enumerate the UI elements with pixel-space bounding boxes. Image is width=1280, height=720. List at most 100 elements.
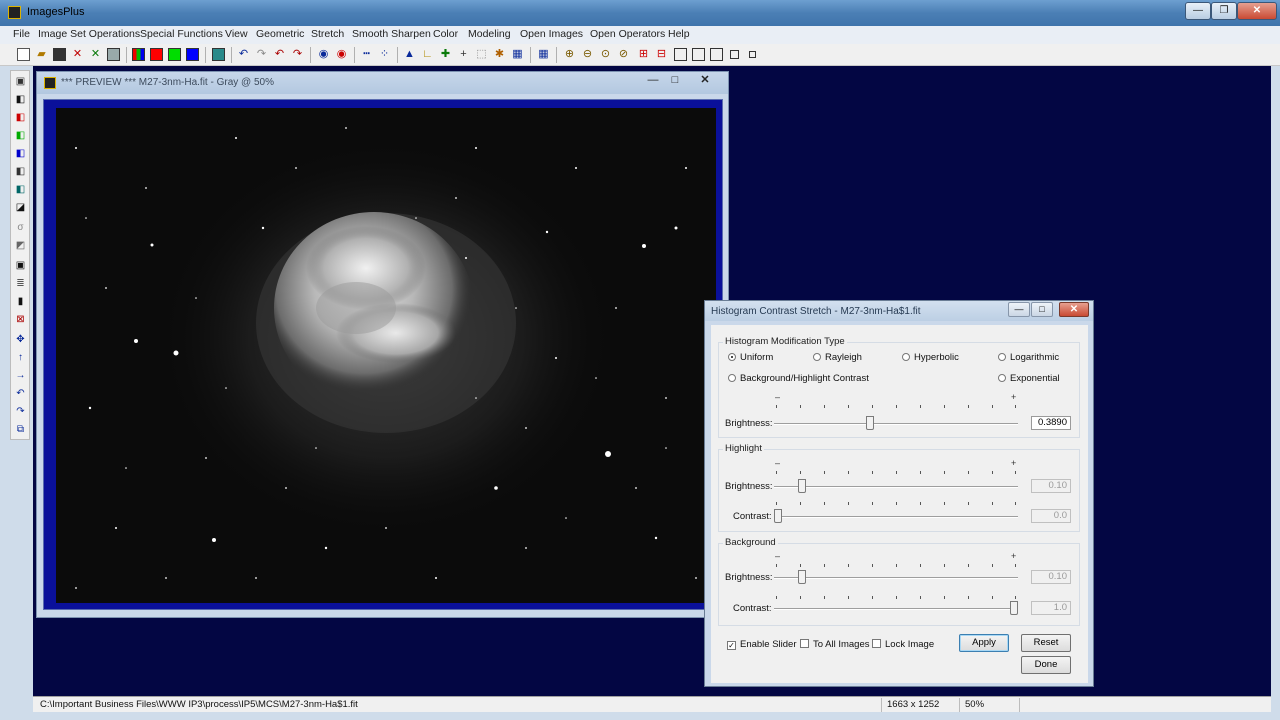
- background-brightness-field[interactable]: 0.10: [1031, 570, 1071, 584]
- menu-smooth-sharpen[interactable]: Smooth Sharpen: [352, 28, 431, 40]
- dialog-minimize-button[interactable]: —: [1008, 302, 1030, 317]
- menu-open-operators[interactable]: Open Operators: [590, 28, 665, 40]
- radio-uniform[interactable]: Uniform: [728, 352, 773, 363]
- pixel-grid-icon[interactable]: ⁘: [377, 47, 392, 62]
- green-channel-icon[interactable]: ◧: [14, 129, 27, 142]
- box-icon[interactable]: [673, 47, 688, 62]
- to-all-images-checkbox[interactable]: To All Images: [800, 639, 870, 650]
- highlight-brightness-track[interactable]: [774, 486, 1018, 488]
- background-brightness-thumb[interactable]: [798, 570, 806, 584]
- menu-help[interactable]: Help: [668, 28, 690, 40]
- preview-minimize-button[interactable]: —: [642, 73, 664, 88]
- menu-special-functions[interactable]: Special Functions: [140, 28, 223, 40]
- zoom-out-icon[interactable]: ⊖: [580, 47, 595, 62]
- done-button[interactable]: Done: [1021, 656, 1071, 674]
- background-contrast-thumb[interactable]: [1010, 601, 1018, 615]
- radio-hyperbolic[interactable]: Hyperbolic: [902, 352, 959, 363]
- enable-slider-checkbox[interactable]: ✓ Enable Slider: [727, 639, 797, 650]
- highlight-contrast-track[interactable]: [774, 516, 1018, 518]
- split-channel-icon[interactable]: ◧: [14, 183, 27, 196]
- curve-icon[interactable]: ∟: [420, 47, 435, 62]
- box-3-icon[interactable]: [709, 47, 724, 62]
- red-channel-icon[interactable]: [149, 47, 164, 62]
- menu-modeling[interactable]: Modeling: [468, 28, 511, 40]
- minimize-button[interactable]: —: [1185, 2, 1211, 20]
- box-5-icon[interactable]: [745, 47, 760, 62]
- move-icon[interactable]: ✥: [14, 333, 27, 346]
- histogram-icon[interactable]: ▲: [402, 47, 417, 62]
- rotate-left-icon[interactable]: ↶: [14, 387, 27, 400]
- black-box-icon[interactable]: ▮: [14, 295, 27, 308]
- menu-geometric[interactable]: Geometric: [256, 28, 304, 40]
- green-channel-icon[interactable]: [167, 47, 182, 62]
- flip-icon[interactable]: ⧉: [14, 423, 27, 436]
- save-icon[interactable]: ▣: [14, 75, 27, 88]
- blue-channel-icon[interactable]: ◧: [14, 147, 27, 160]
- crop-icon[interactable]: ⊠: [14, 313, 27, 326]
- rgb-channels-icon[interactable]: [131, 47, 146, 62]
- nebula-image[interactable]: [56, 108, 716, 603]
- brightness-slider-track[interactable]: [774, 423, 1018, 425]
- invert-icon[interactable]: ◪: [14, 201, 27, 214]
- menu-image-set-operations[interactable]: Image Set Operations: [38, 28, 140, 40]
- open-file-icon[interactable]: ▰: [34, 47, 49, 62]
- reset-button[interactable]: Reset: [1021, 634, 1071, 652]
- brightness-slider-thumb[interactable]: [866, 416, 874, 430]
- preview-close-button[interactable]: ✕: [694, 73, 716, 88]
- rotate-right-icon[interactable]: ↷: [14, 405, 27, 418]
- radio-rayleigh[interactable]: Rayleigh: [813, 352, 862, 363]
- zoom-minus-icon[interactable]: ⊟: [654, 47, 669, 62]
- black-white-icon[interactable]: ◧: [14, 93, 27, 106]
- select-icon[interactable]: ▦: [536, 47, 551, 62]
- menu-color[interactable]: Color: [433, 28, 458, 40]
- radio-logarithmic[interactable]: Logarithmic: [998, 352, 1059, 363]
- dialog-maximize-button[interactable]: □: [1031, 302, 1053, 317]
- highlight-brightness-field[interactable]: 0.10: [1031, 479, 1071, 493]
- preview-maximize-button[interactable]: □: [664, 73, 686, 88]
- zoom-fit-icon[interactable]: ⊙: [598, 47, 613, 62]
- box-2-icon[interactable]: [691, 47, 706, 62]
- zoom-plus-icon[interactable]: ⊞: [636, 47, 651, 62]
- dashed-box-icon[interactable]: ⬚: [474, 47, 489, 62]
- close-all-icon[interactable]: ✕: [88, 47, 103, 62]
- crosshair-icon[interactable]: ✚: [438, 47, 453, 62]
- dialog-close-button[interactable]: ✕: [1059, 302, 1089, 317]
- radio-background-highlight-contrast[interactable]: Background/Highlight Contrast: [728, 373, 869, 384]
- lock-image-checkbox[interactable]: Lock Image: [872, 639, 934, 650]
- highlight-contrast-field[interactable]: 0.0: [1031, 509, 1071, 523]
- box-4-icon[interactable]: [727, 47, 742, 62]
- redo-icon[interactable]: ↷: [254, 47, 269, 62]
- dot-icon[interactable]: ◉: [334, 47, 349, 62]
- background-contrast-track[interactable]: [774, 608, 1018, 610]
- restore-button[interactable]: ❐: [1211, 2, 1237, 20]
- close-x-icon[interactable]: ✕: [70, 47, 85, 62]
- red-channel-icon[interactable]: ◧: [14, 111, 27, 124]
- close-button[interactable]: ✕: [1237, 2, 1277, 20]
- brightness-value-field[interactable]: 0.3890: [1031, 416, 1071, 430]
- highlight-brightness-thumb[interactable]: [798, 479, 806, 493]
- new-file-icon[interactable]: [16, 47, 31, 62]
- grid-icon[interactable]: [211, 47, 226, 62]
- apply-button[interactable]: Apply: [959, 634, 1009, 652]
- point-icon[interactable]: ◉: [316, 47, 331, 62]
- menu-open-images[interactable]: Open Images: [520, 28, 583, 40]
- frame-icon[interactable]: ▣: [14, 259, 27, 272]
- redo-all-icon[interactable]: ↷: [290, 47, 305, 62]
- undo-all-icon[interactable]: ↶: [272, 47, 287, 62]
- background-contrast-field[interactable]: 1.0: [1031, 601, 1071, 615]
- levels-icon[interactable]: ≣: [14, 277, 27, 290]
- palette-icon[interactable]: ✱: [492, 47, 507, 62]
- arrow-right-icon[interactable]: →: [14, 369, 27, 382]
- radio-exponential[interactable]: Exponential: [998, 373, 1060, 384]
- menu-view[interactable]: View: [225, 28, 248, 40]
- table-icon[interactable]: ▦: [510, 47, 525, 62]
- background-brightness-track[interactable]: [774, 577, 1018, 579]
- crosshair-thin-icon[interactable]: +: [456, 47, 471, 62]
- print-icon[interactable]: [106, 47, 121, 62]
- menu-stretch[interactable]: Stretch: [311, 28, 344, 40]
- arrow-up-icon[interactable]: ↑: [14, 351, 27, 364]
- highlight-contrast-thumb[interactable]: [774, 509, 782, 523]
- blue-channel-icon[interactable]: [185, 47, 200, 62]
- zoom-reset-icon[interactable]: ⊘: [616, 47, 631, 62]
- menu-file[interactable]: File: [13, 28, 30, 40]
